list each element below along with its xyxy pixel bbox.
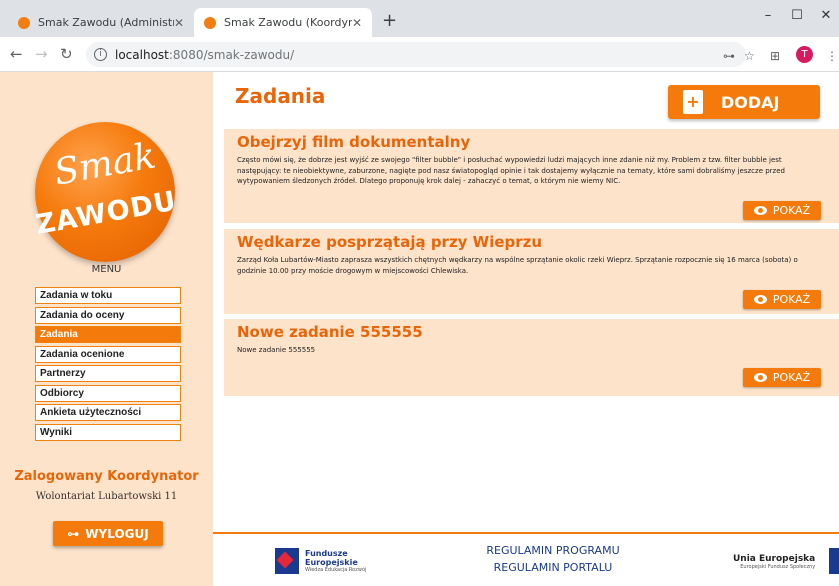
url-input[interactable]: i localhost:8080/smak-zawodu/ xyxy=(86,42,746,67)
logo-text-bottom: ZAWODU xyxy=(33,185,179,241)
url-host: localhost xyxy=(115,47,169,62)
footer-links: REGULAMIN PROGRAMU REGULAMIN PORTALU xyxy=(463,542,643,576)
eu-union-title: Unia Europejska xyxy=(733,554,816,564)
logo-text-top: Smak xyxy=(51,135,159,194)
show-label: POKAŻ xyxy=(772,293,811,306)
info-icon[interactable]: i xyxy=(94,48,107,61)
sidebar-item-zadania-ocenione[interactable]: Zadania ocenione xyxy=(35,345,181,363)
eu-funds-flag-icon xyxy=(275,548,299,574)
sidebar-menu: Zadania w toku Zadania do oceny Zadania … xyxy=(35,287,181,443)
tab-title: Smak Zawodu (Administrator) xyxy=(38,16,174,29)
sidebar-item-zadania-w-toku[interactable]: Zadania w toku xyxy=(35,287,181,304)
logout-label: WYLOGUJ xyxy=(85,526,149,541)
eye-icon xyxy=(753,295,767,304)
eu-funds-line2: Europejskie xyxy=(305,558,358,567)
forward-icon[interactable]: → xyxy=(35,45,48,63)
browser-tab-administrator[interactable]: Smak Zawodu (Administrator) ✕ xyxy=(8,8,194,37)
favicon-icon xyxy=(204,16,216,29)
task-description: Zarząd Koła Lubartów-Miasto zaprasza wsz… xyxy=(237,256,798,275)
favicon-icon xyxy=(18,16,30,29)
regulamin-programu-link[interactable]: REGULAMIN PROGRAMU xyxy=(463,542,643,559)
star-icon[interactable]: ☆ xyxy=(744,49,755,63)
sidebar-item-ankieta[interactable]: Ankieta użyteczności xyxy=(35,404,181,421)
new-tab-icon[interactable]: + xyxy=(382,10,397,31)
add-document-icon: + xyxy=(683,90,703,114)
kebab-menu-icon[interactable]: ⋮ xyxy=(826,49,838,63)
eu-union-logo: Unia Europejska Europejski Fundusz Społe… xyxy=(733,554,815,570)
add-label: DODAJ xyxy=(721,92,780,112)
task-title: Nowe zadanie 555555 xyxy=(237,323,423,341)
sidebar-item-partnerzy[interactable]: Partnerzy xyxy=(35,365,181,382)
browser-tab-strip: Smak Zawodu (Administrator) ✕ Smak Zawod… xyxy=(0,0,839,37)
key-icon: ⊶ xyxy=(67,526,80,541)
close-icon[interactable]: ✕ xyxy=(352,16,362,30)
task-description: Nowe zadanie 555555 xyxy=(237,346,316,354)
eye-icon xyxy=(753,373,767,382)
task-description: Często mówi się, że dobrze jest wyjść ze… xyxy=(237,156,785,185)
eu-funds-logo: Fundusze Europejskie Wiedza Edukacja Roz… xyxy=(275,548,366,574)
maximize-icon[interactable]: ☐ xyxy=(787,8,807,23)
tab-title: Smak Zawodu (Koordynator) xyxy=(224,16,352,29)
task-title: Wędkarze posprzątają przy Wieprzu xyxy=(237,233,543,251)
sidebar-item-zadania-do-oceny[interactable]: Zadania do oceny xyxy=(35,306,181,324)
show-label: POKAŻ xyxy=(772,371,811,384)
logout-button[interactable]: ⊶ WYLOGUJ xyxy=(53,521,163,546)
sidebar-item-wyniki[interactable]: Wyniki xyxy=(35,423,181,441)
show-task-button[interactable]: POKAŻ xyxy=(743,290,821,309)
task-card: Wędkarze posprzątają przy Wieprzu Zarząd… xyxy=(224,229,839,314)
task-card: Obejrzyj film dokumentalny Często mówi s… xyxy=(224,129,839,223)
profile-avatar[interactable]: T xyxy=(796,46,813,63)
reload-icon[interactable]: ↻ xyxy=(60,45,73,63)
eu-funds-line1: Fundusze xyxy=(305,549,348,558)
task-card: Nowe zadanie 555555 Nowe zadanie 555555 … xyxy=(224,319,839,396)
logged-in-name: Wolontariat Lubartowski 11 xyxy=(35,491,178,502)
close-icon[interactable]: ✕ xyxy=(174,16,184,30)
show-task-button[interactable]: POKAŻ xyxy=(743,368,821,387)
menu-header: MENU xyxy=(91,264,122,275)
sidebar: Smak ZAWODU MENU Zadania w toku Zadania … xyxy=(0,72,213,586)
smak-zawodu-logo[interactable]: Smak ZAWODU xyxy=(33,122,179,262)
back-icon[interactable]: ← xyxy=(10,45,23,63)
add-task-button[interactable]: + DODAJ xyxy=(668,85,820,119)
browser-tab-koordynator[interactable]: Smak Zawodu (Koordynator) ✕ xyxy=(194,8,372,37)
sidebar-item-zadania[interactable]: Zadania xyxy=(35,326,181,343)
sidebar-item-odbiorcy[interactable]: Odbiorcy xyxy=(35,384,181,402)
footer: Fundusze Europejskie Wiedza Edukacja Roz… xyxy=(213,532,839,586)
eu-union-sub: Europejski Fundusz Społeczny xyxy=(740,564,816,570)
minimize-icon[interactable]: – xyxy=(758,8,778,23)
key-icon[interactable]: ⊶ xyxy=(723,49,735,63)
url-path: :8080/smak-zawodu/ xyxy=(168,47,295,62)
regulamin-portalu-link[interactable]: REGULAMIN PORTALU xyxy=(463,559,643,576)
main-content: Zadania + DODAJ Obejrzyj film dokumental… xyxy=(213,72,839,532)
show-task-button[interactable]: POKAŻ xyxy=(743,201,821,220)
eu-funds-sub: Wiedza Edukacja Rozwój xyxy=(305,567,367,573)
logged-in-title: Zalogowany Koordynator xyxy=(14,469,199,484)
eye-icon xyxy=(753,206,767,215)
task-title: Obejrzyj film dokumentalny xyxy=(237,133,471,151)
eu-flag-icon xyxy=(829,548,839,574)
extension-icon[interactable]: ⊞ xyxy=(770,49,780,63)
close-window-icon[interactable]: ✕ xyxy=(816,8,836,23)
show-label: POKAŻ xyxy=(772,204,811,217)
address-bar: ← → ↻ i localhost:8080/smak-zawodu/ ⊶ ☆ … xyxy=(0,37,839,72)
page-title: Zadania xyxy=(235,84,326,108)
